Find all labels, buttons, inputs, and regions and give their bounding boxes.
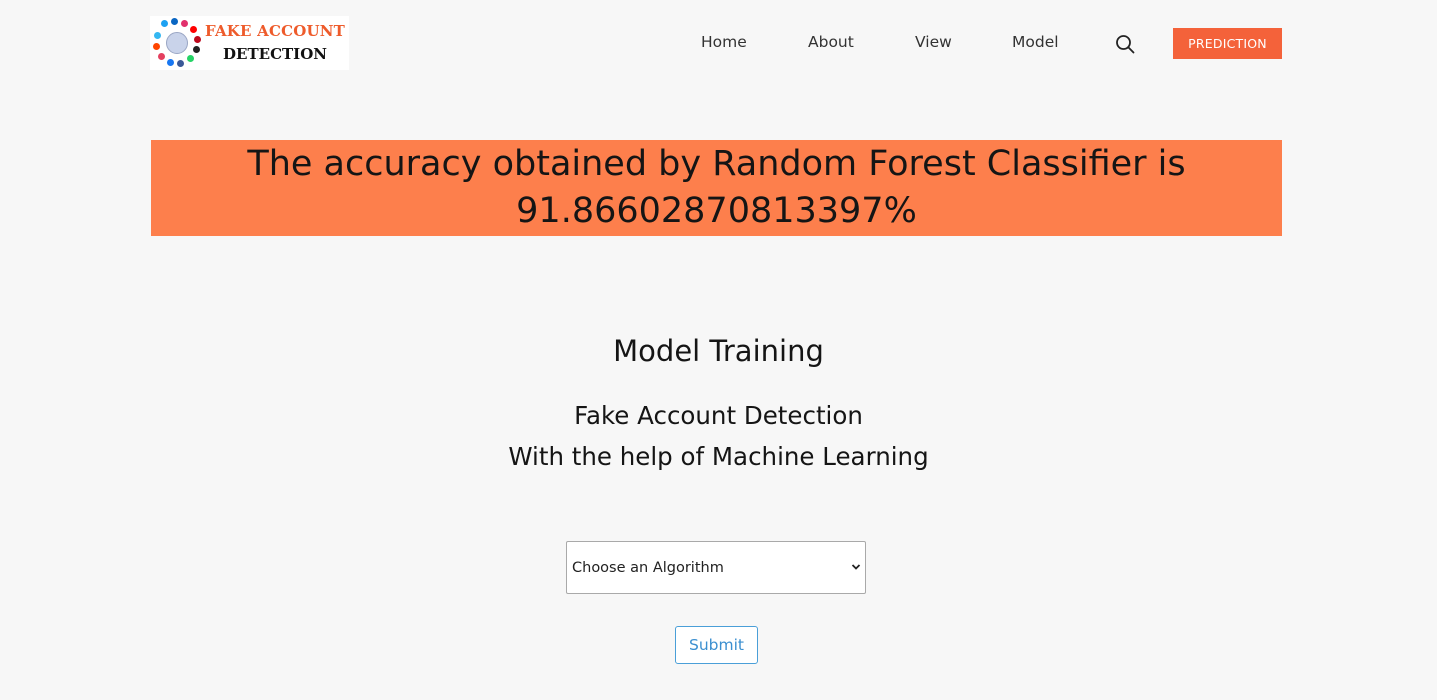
subtitle-line1: Fake Account Detection [574,401,863,430]
accuracy-banner: The accuracy obtained by Random Forest C… [151,140,1282,236]
search-icon[interactable] [1115,34,1135,54]
subtitle-line2: With the help of Machine Learning [508,442,929,471]
site-logo[interactable]: FAKE ACCOUNT DETECTION [150,16,349,70]
nav-about[interactable]: About [808,33,854,51]
accuracy-value: 91.86602870813397% [516,191,917,231]
social-media-logo-icon [151,17,203,69]
page: FAKE ACCOUNT DETECTION Home About View M… [0,0,1437,700]
prediction-button[interactable]: PREDICTION [1173,28,1282,59]
algorithm-select[interactable]: Choose an Algorithm [566,541,866,594]
accuracy-text: The accuracy obtained by Random Forest C… [247,144,1186,184]
page-title: Model Training [613,334,824,368]
nav-view[interactable]: View [915,33,952,51]
logo-text-line1: FAKE ACCOUNT [205,22,346,40]
logo-text-line2: DETECTION [223,45,327,63]
nav-model[interactable]: Model [1012,33,1059,51]
submit-button[interactable]: Submit [675,626,758,664]
chevron-down-icon [851,564,861,570]
algorithm-select-value: Choose an Algorithm [572,559,724,576]
nav-home[interactable]: Home [701,33,747,51]
